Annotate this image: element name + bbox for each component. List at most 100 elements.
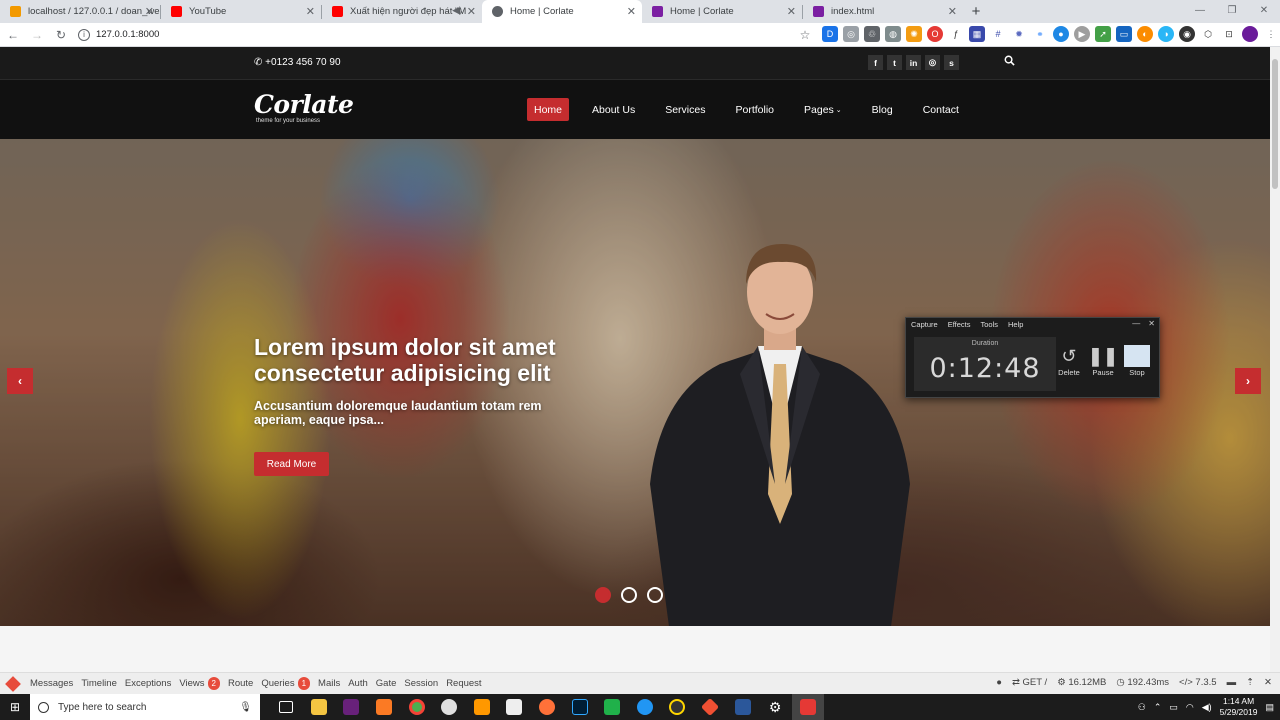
debugbar-tab-route[interactable]: Route: [228, 678, 253, 689]
camera-icon[interactable]: ◎: [843, 26, 859, 42]
url-field[interactable]: i 127.0.0.1:8000: [78, 25, 818, 45]
minimize-icon[interactable]: —: [1132, 319, 1140, 328]
menu-item-pages[interactable]: Pages ⌄: [797, 98, 849, 121]
bookmark-star-icon[interactable]: ☆: [794, 24, 816, 46]
maximize-icon[interactable]: ⇡: [1246, 677, 1254, 688]
fx-icon[interactable]: ƒ: [948, 26, 964, 42]
browser-tab[interactable]: Xuất hiện người đẹp hát "M ◀) ✕: [322, 0, 482, 23]
recorder-stop-button[interactable]: Stop: [1122, 344, 1152, 377]
microphone-icon[interactable]: 🎙: [239, 702, 252, 713]
folder-icon[interactable]: ▬: [1227, 677, 1237, 688]
close-window-icon[interactable]: ✕: [1248, 0, 1280, 20]
linkedin-icon[interactable]: in: [906, 55, 921, 70]
file-explorer-icon[interactable]: [303, 694, 336, 720]
visual-studio-icon[interactable]: [335, 694, 368, 720]
firefox-icon[interactable]: [531, 694, 564, 720]
chrome-icon[interactable]: [400, 694, 433, 720]
debugbar-tab-views[interactable]: Views 2: [179, 677, 220, 690]
extension-icon[interactable]: ♲: [864, 26, 880, 42]
close-tab-icon[interactable]: ✕: [145, 5, 154, 18]
new-tab-button[interactable]: +: [963, 0, 989, 23]
git-icon[interactable]: [694, 694, 727, 720]
browser-tab[interactable]: localhost / 127.0.0.1 / doan_web ✕: [0, 0, 160, 23]
debugbar-logo-icon[interactable]: [5, 675, 21, 692]
play-icon[interactable]: ▶: [1074, 26, 1090, 42]
extension-icon[interactable]: ▦: [969, 26, 985, 42]
xampp-icon[interactable]: [368, 694, 401, 720]
close-tab-icon[interactable]: ✕: [948, 5, 957, 18]
close-tab-icon[interactable]: ✕: [306, 5, 315, 18]
debugbar-tab-session[interactable]: Session: [404, 678, 438, 689]
extension-icon[interactable]: ⊡: [1221, 26, 1237, 42]
browser-tab[interactable]: index.html ✕: [803, 0, 963, 23]
globe-icon[interactable]: ◍: [885, 26, 901, 42]
recorder-app-icon[interactable]: [791, 694, 825, 720]
debugbar-tab-timeline[interactable]: Timeline: [81, 678, 117, 689]
network-icon[interactable]: ▭: [1169, 702, 1178, 713]
gear-icon[interactable]: ✹: [1011, 26, 1027, 42]
avatar[interactable]: [1242, 26, 1258, 42]
debugbar-tab-auth[interactable]: Auth: [348, 678, 368, 689]
search-icon[interactable]: [1004, 55, 1015, 66]
slider-dot[interactable]: [595, 587, 611, 603]
notifications-icon[interactable]: ▤: [1265, 702, 1274, 713]
debugbar-tab-request[interactable]: Request: [446, 678, 481, 689]
extension-icon[interactable]: ⬡: [1200, 26, 1216, 42]
volume-icon[interactable]: ◀): [1202, 702, 1212, 713]
recorder-menu-effects[interactable]: Effects: [948, 320, 971, 329]
speaker-icon[interactable]: ◀): [452, 5, 462, 16]
close-tab-icon[interactable]: ✕: [787, 5, 796, 18]
slider-dot[interactable]: [647, 587, 663, 603]
browser-tab[interactable]: YouTube ✕: [161, 0, 321, 23]
debugbar-tab-mails[interactable]: Mails: [318, 678, 340, 689]
app-icon[interactable]: [498, 694, 531, 720]
scrollbar-thumb[interactable]: [1272, 59, 1278, 189]
sublime-icon[interactable]: [466, 694, 499, 720]
extension-icon[interactable]: ✺: [906, 26, 922, 42]
minimize-icon[interactable]: —: [1184, 0, 1216, 20]
app-icon[interactable]: [629, 694, 662, 720]
wifi-icon[interactable]: ◠: [1186, 702, 1194, 713]
chevron-up-icon[interactable]: ⌃: [1154, 702, 1162, 713]
debugbar-tab-exceptions[interactable]: Exceptions: [125, 678, 171, 689]
browser-tab-active[interactable]: Home | Corlate ✕: [482, 0, 642, 23]
info-icon[interactable]: i: [78, 28, 90, 41]
page-scrollbar[interactable]: [1270, 47, 1280, 672]
recorder-delete-button[interactable]: ↺ Delete: [1054, 344, 1084, 378]
menu-item-portfolio[interactable]: Portfolio: [728, 98, 781, 121]
recorder-menu-help[interactable]: Help: [1008, 320, 1023, 329]
debugbar-tab-gate[interactable]: Gate: [376, 678, 397, 689]
twitter-icon[interactable]: t: [887, 55, 902, 70]
menu-item-home[interactable]: Home: [527, 98, 570, 121]
debugbar-tab-queries[interactable]: Queries 1: [261, 677, 311, 690]
reload-icon[interactable]: ↻: [50, 24, 72, 46]
extension-icon[interactable]: ▭: [1116, 26, 1132, 42]
arrow-icon[interactable]: ➚: [1095, 26, 1111, 42]
task-view-icon[interactable]: [270, 694, 303, 720]
slider-dot[interactable]: [621, 587, 637, 603]
extension-icon[interactable]: ●: [1053, 26, 1069, 42]
read-more-button[interactable]: Read More: [254, 452, 329, 476]
menu-item-about[interactable]: About Us: [585, 98, 642, 121]
forward-icon[interactable]: →: [26, 24, 48, 46]
back-icon[interactable]: ←: [2, 24, 24, 46]
site-logo[interactable]: Corlate: [254, 90, 354, 119]
facebook-icon[interactable]: f: [868, 55, 883, 70]
slider-next-button[interactable]: ›: [1235, 368, 1261, 394]
windows-start-icon[interactable]: ⊞: [0, 700, 30, 714]
people-icon[interactable]: ⚇: [1138, 702, 1146, 713]
link-icon[interactable]: ⚭: [1032, 26, 1048, 42]
menu-item-contact[interactable]: Contact: [916, 98, 966, 121]
extension-icon[interactable]: ◑: [1158, 26, 1174, 42]
close-icon[interactable]: ✕: [1264, 677, 1272, 688]
dribbble-icon[interactable]: ◎: [925, 55, 940, 70]
browser-tab[interactable]: Home | Corlate ✕: [642, 0, 802, 23]
recorder-menu-tools[interactable]: Tools: [980, 320, 998, 329]
word-icon[interactable]: [726, 694, 759, 720]
abp-icon[interactable]: ◉: [1179, 26, 1195, 42]
restore-icon[interactable]: ❐: [1216, 0, 1248, 20]
menu-item-services[interactable]: Services: [658, 98, 712, 121]
photoshop-icon[interactable]: [563, 694, 596, 720]
skype-icon[interactable]: s: [944, 55, 959, 70]
close-icon[interactable]: ✕: [1148, 319, 1155, 328]
